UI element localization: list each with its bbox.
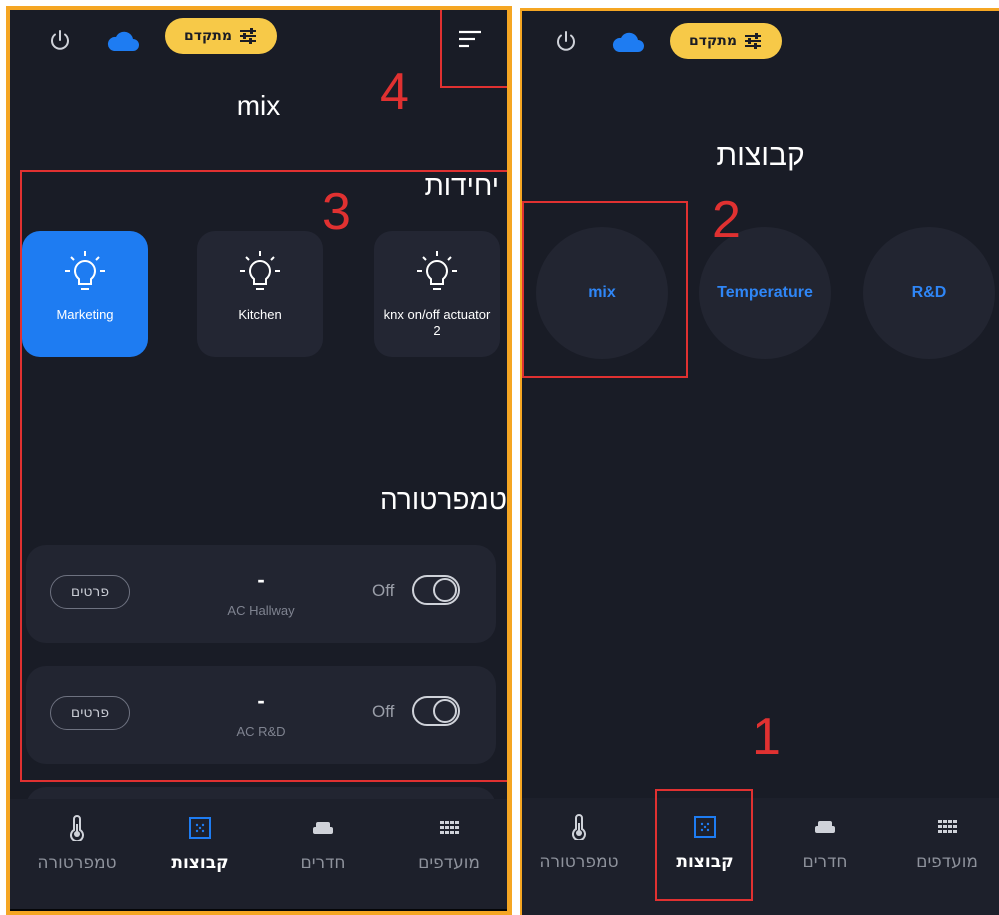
advanced-button[interactable]: מתקדם: [165, 18, 277, 54]
top-bar: מתקדם: [522, 11, 999, 81]
cloud-icon[interactable]: [611, 31, 645, 53]
top-bar: מתקדם: [10, 10, 507, 80]
sofa-icon: [313, 822, 333, 834]
nav-item-favorites[interactable]: מועדפים: [394, 815, 504, 873]
nav-label: טמפרטורה: [539, 852, 619, 872]
nav-item-groups[interactable]: קבוצות: [145, 815, 255, 873]
annotation-number-2: 2: [712, 191, 741, 249]
power-icon[interactable]: [48, 28, 72, 52]
grid-icon: [938, 820, 957, 833]
nav-item-temperature[interactable]: טמפרטורה: [22, 815, 132, 873]
bottom-navigation: טמפרטורה קבוצות חדרים מועדפים: [522, 798, 999, 915]
annotation-number-4: 4: [380, 63, 409, 121]
nav-item-rooms[interactable]: חדרים: [770, 814, 880, 872]
nav-item-favorites[interactable]: מועדפים: [892, 814, 999, 872]
annotation-number-3: 3: [322, 183, 351, 241]
page-title: קבוצות: [716, 139, 805, 172]
grid-icon: [440, 821, 459, 834]
advanced-label: מתקדם: [689, 33, 737, 49]
annotation-box-1: [655, 789, 753, 901]
sliders-icon: [744, 33, 761, 49]
nav-label: טמפרטורה: [37, 853, 117, 873]
screenshot-stage: מתקדם mix יחידות Marketing Kitchen knx o…: [0, 0, 999, 915]
left-screen-group-detail: מתקדם mix יחידות Marketing Kitchen knx o…: [6, 6, 512, 915]
nav-label: מועדפים: [418, 853, 480, 873]
annotation-box-2: [522, 201, 688, 378]
thermometer-icon: [70, 815, 84, 841]
power-icon[interactable]: [554, 29, 578, 53]
nav-label: קבוצות: [171, 853, 229, 873]
bottom-navigation: טמפרטורה קבוצות חדרים מועדפים: [10, 799, 507, 911]
page-title: mix: [236, 90, 281, 121]
thermometer-icon: [572, 814, 586, 840]
nav-item-temperature[interactable]: טמפרטורה: [524, 814, 634, 872]
cloud-icon[interactable]: [106, 30, 140, 52]
annotation-box-4: [440, 10, 507, 88]
nav-label: מועדפים: [916, 852, 978, 872]
annotation-number-1: 1: [752, 708, 781, 766]
nav-label: חדרים: [802, 852, 848, 872]
group-circle-rnd[interactable]: R&D: [863, 227, 995, 359]
sofa-icon: [815, 821, 835, 833]
advanced-label: מתקדם: [184, 28, 232, 44]
nav-label: חדרים: [300, 853, 346, 873]
nav-item-rooms[interactable]: חדרים: [268, 815, 378, 873]
annotation-box-3: [20, 170, 507, 782]
right-screen-groups: מתקדם קבוצות mix Temperature R&D טמפרטור…: [520, 8, 999, 915]
groups-icon: [189, 817, 211, 839]
advanced-button[interactable]: מתקדם: [670, 23, 782, 59]
sliders-icon: [239, 28, 256, 44]
